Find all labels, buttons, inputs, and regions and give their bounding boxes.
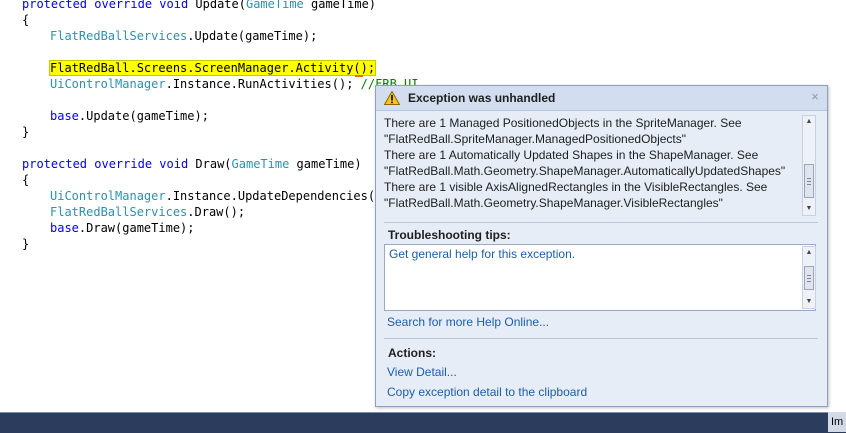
scroll-down-icon[interactable]: ▼ [803,296,815,308]
exception-message: There are 1 Managed PositionedObjects in… [384,115,816,217]
tip-link[interactable]: Get general help for this exception. [389,247,575,261]
actions-label: Actions: [388,346,436,360]
code-line: FlatRedBallServices.Update(gameTime); [50,29,318,43]
scroll-up-icon[interactable]: ▲ [803,247,815,259]
warning-icon [384,91,400,105]
code-line-current-statement: FlatRedBall.Screens.ScreenManager.Activi… [48,60,377,76]
code-line: } [22,125,30,139]
code-line: FlatRedBallServices.Draw(); [50,205,246,219]
copy-exception-detail-link[interactable]: Copy exception detail to the clipboard [387,385,587,399]
close-icon[interactable]: × [808,90,822,104]
message-line: There are 1 Automatically Updated Shapes… [384,148,759,162]
status-bar [0,412,846,433]
code-line: protected override void Update(GameTime … [22,0,377,11]
code-line: } [22,237,30,251]
message-line: "FlatRedBall.Math.Geometry.ShapeManager.… [384,196,723,210]
message-line: "FlatRedBall.SpriteManager.ManagedPositi… [384,132,687,146]
status-bar-tab[interactable]: Im [828,412,846,432]
code-line: base.Draw(gameTime); [50,221,195,235]
divider [384,338,818,339]
code-line: protected override void Draw(GameTime ga… [22,157,362,171]
scrollbar-thumb[interactable] [804,164,814,198]
divider [384,222,818,223]
tips-label: Troubleshooting tips: [388,228,511,242]
view-detail-link[interactable]: View Detail... [387,365,457,379]
code-line: UiControlManager.Instance.UpdateDependen… [50,189,390,203]
code-line: UiControlManager.Instance.RunActivities(… [50,77,419,91]
code-line: { [22,13,30,27]
message-scrollbar[interactable]: ▲ ▼ [802,115,816,216]
scroll-down-icon[interactable]: ▼ [803,203,815,215]
message-line: There are 1 visible AxisAlignedRectangle… [384,180,768,194]
dialog-header: Exception was unhandled × [376,86,827,111]
current-statement-highlight: FlatRedBall.Screens.ScreenManager.Activi… [48,60,377,76]
message-line: There are 1 Managed PositionedObjects in… [384,116,742,130]
message-line: "FlatRedBall.Math.Geometry.ShapeManager.… [384,164,786,178]
code-line: { [22,173,30,187]
search-help-online-link[interactable]: Search for more Help Online... [387,315,549,329]
dialog-title: Exception was unhandled [408,91,556,105]
tips-scrollbar[interactable]: ▲ ▼ [802,246,816,309]
tips-list: Get general help for this exception. ▲ ▼ [384,244,816,311]
exception-assistant-dialog: Exception was unhandled × There are 1 Ma… [375,85,828,407]
code-line: base.Update(gameTime); [50,109,209,123]
scroll-up-icon[interactable]: ▲ [803,116,815,128]
scrollbar-thumb[interactable] [804,266,814,290]
